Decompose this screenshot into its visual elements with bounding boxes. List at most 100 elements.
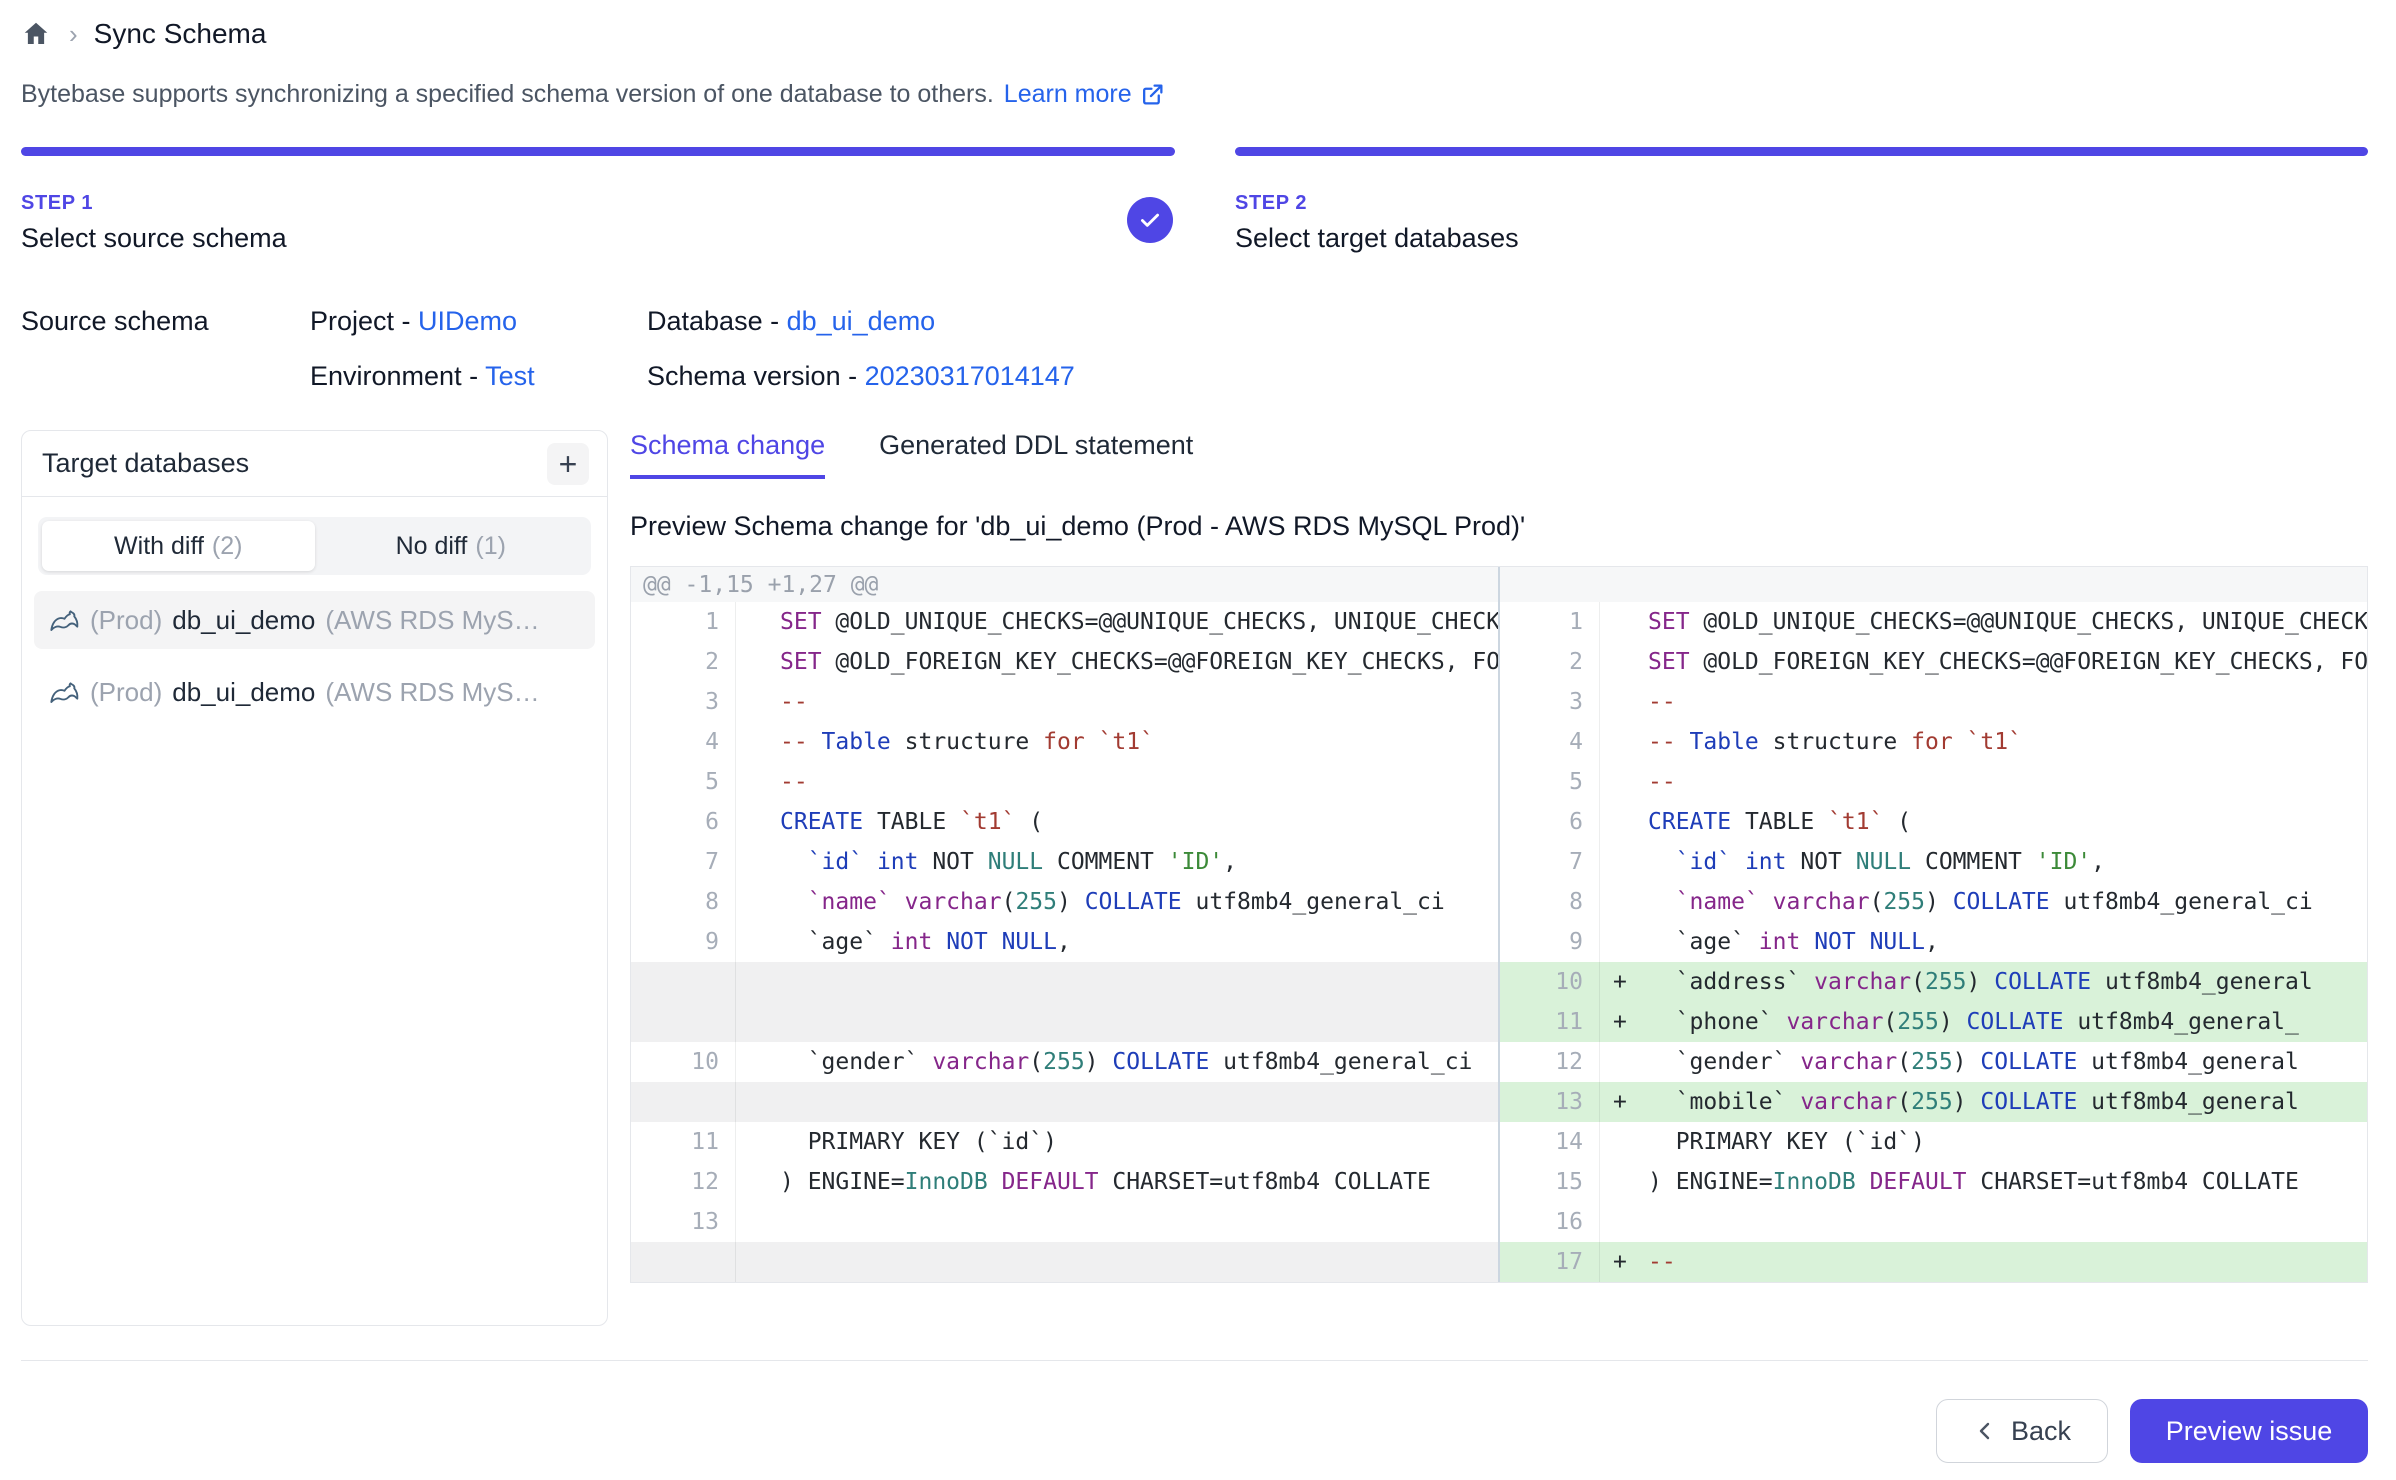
diff-added-row: 13+ `mobile` varchar(255) COLLATE utf8mb… — [1500, 1082, 2367, 1122]
line-number: 2 — [631, 642, 736, 682]
step-indicator: STEP 1 Select source schema STEP 2 Selec… — [21, 147, 2368, 254]
diff-row: 5-- — [631, 762, 1498, 802]
diff-row: 8 `name` varchar(255) COLLATE utf8mb4_ge… — [1500, 882, 2367, 922]
step-1-title: Select source schema — [21, 223, 1175, 254]
line-number: 14 — [1500, 1122, 1600, 1162]
tab-no-diff-label: No diff — [396, 532, 468, 561]
target-database-list: (Prod) db_ui_demo (AWS RDS MyS… (Prod) d… — [34, 591, 595, 721]
diff-pane-source: @@ -1,15 +1,27 @@1SET @OLD_UNIQUE_CHECKS… — [631, 567, 1498, 1282]
code-line: -- Table structure for `t1` — [736, 729, 1498, 755]
environment-label: Environment - — [310, 361, 485, 391]
tab-no-diff[interactable]: No diff (1) — [315, 521, 588, 571]
diff-row: 6CREATE TABLE `t1` ( — [631, 802, 1498, 842]
source-database-field: Database - db_ui_demo — [647, 306, 2368, 337]
target-databases-panel: Target databases + With diff (2) No diff… — [21, 430, 608, 1326]
hunk-header-text: @@ -1,15 +1,27 @@ — [631, 572, 1498, 598]
line-number: 5 — [631, 762, 736, 802]
code-line: `id` int NOT NULL COMMENT 'ID', — [1634, 849, 2367, 875]
preview-tabs: Schema change Generated DDL statement — [630, 430, 2368, 479]
line-number: 12 — [1500, 1042, 1600, 1082]
back-button[interactable]: Back — [1936, 1399, 2108, 1463]
target-database-item[interactable]: (Prod) db_ui_demo (AWS RDS MyS… — [34, 663, 595, 721]
code-line: -- — [1634, 769, 2367, 795]
line-number: 16 — [1500, 1202, 1600, 1242]
line-number: 4 — [631, 722, 736, 762]
diff-row: 6CREATE TABLE `t1` ( — [1500, 802, 2367, 842]
diff-added-row: 10+ `address` varchar(255) COLLATE utf8m… — [1500, 962, 2367, 1002]
diff-row: 16 — [1500, 1202, 2367, 1242]
target-databases-header: Target databases + — [22, 431, 607, 497]
line-number: 9 — [1500, 922, 1600, 962]
line-number: 13 — [1500, 1082, 1600, 1122]
line-number: 5 — [1500, 762, 1600, 802]
diff-row: 12) ENGINE=InnoDB DEFAULT CHARSET=utf8mb… — [631, 1162, 1498, 1202]
step-1-progress-bar — [21, 147, 1175, 156]
line-number: 2 — [1500, 642, 1600, 682]
line-number: 6 — [1500, 802, 1600, 842]
spacer — [21, 361, 310, 392]
database-link[interactable]: db_ui_demo — [787, 306, 936, 336]
line-number: 4 — [1500, 722, 1600, 762]
diff-row: 2 SET @OLD_FOREIGN_KEY_CHECKS=@@FOREIGN_K… — [1500, 642, 2367, 682]
code-line: SET @OLD_FOREIGN_KEY_CHECKS=@@FOREIGN_KE… — [1634, 649, 2367, 675]
code-line: PRIMARY KEY (`id`) — [736, 1129, 1498, 1155]
db-environment: (Prod) — [90, 677, 162, 708]
code-line: `age` int NOT NULL, — [736, 929, 1498, 955]
diff-row: 12 `gender` varchar(255) COLLATE utf8mb4… — [1500, 1042, 2367, 1082]
code-line: CREATE TABLE `t1` ( — [736, 809, 1498, 835]
line-number: 11 — [1500, 1002, 1600, 1042]
mysql-icon — [48, 676, 80, 708]
add-target-database-button[interactable]: + — [547, 443, 589, 485]
line-number: 3 — [1500, 682, 1600, 722]
tab-with-diff[interactable]: With diff (2) — [42, 521, 315, 571]
line-number: 13 — [631, 1202, 736, 1242]
code-line: `id` int NOT NULL COMMENT 'ID', — [736, 849, 1498, 875]
learn-more-link[interactable]: Learn more — [1004, 80, 1165, 109]
line-number: 8 — [1500, 882, 1600, 922]
line-number: 10 — [631, 1042, 736, 1082]
preview-column: Schema change Generated DDL statement Pr… — [630, 430, 2368, 1283]
added-marker: + — [1600, 969, 1634, 995]
diff-placeholder-row — [631, 962, 1498, 1002]
tab-no-diff-count: (1) — [475, 532, 506, 561]
added-marker: + — [1600, 1249, 1634, 1275]
diff-row: 9 `age` int NOT NULL, — [631, 922, 1498, 962]
diff-row: 7 `id` int NOT NULL COMMENT 'ID', — [1500, 842, 2367, 882]
code-line: SET @OLD_UNIQUE_CHECKS=@@UNIQUE_CHECKS, … — [1634, 609, 2367, 635]
diff-row: 14 PRIMARY KEY (`id`) — [1500, 1122, 2367, 1162]
diff-row: 3-- — [631, 682, 1498, 722]
back-button-label: Back — [2011, 1416, 2071, 1447]
footer-actions: Back Preview issue — [21, 1399, 2368, 1463]
step-1: STEP 1 Select source schema — [21, 147, 1175, 254]
target-databases-title: Target databases — [42, 448, 249, 479]
step-2: STEP 2 Select target databases — [1235, 147, 2368, 254]
line-number: 15 — [1500, 1162, 1600, 1202]
diff-placeholder-row — [631, 1082, 1498, 1122]
line-number: 3 — [631, 682, 736, 722]
diff-row: 2SET @OLD_FOREIGN_KEY_CHECKS=@@FOREIGN_K… — [631, 642, 1498, 682]
target-database-item[interactable]: (Prod) db_ui_demo (AWS RDS MyS… — [34, 591, 595, 649]
diff-row: 10 `gender` varchar(255) COLLATE utf8mb4… — [631, 1042, 1498, 1082]
tab-generated-ddl[interactable]: Generated DDL statement — [879, 430, 1193, 479]
diff-row: 8 `name` varchar(255) COLLATE utf8mb4_ge… — [631, 882, 1498, 922]
line-number: 9 — [631, 922, 736, 962]
environment-link[interactable]: Test — [485, 361, 535, 391]
source-schema-label: Source schema — [21, 306, 310, 337]
project-link[interactable]: UIDemo — [418, 306, 517, 336]
code-line: PRIMARY KEY (`id`) — [1634, 1129, 2367, 1155]
preview-issue-button[interactable]: Preview issue — [2130, 1399, 2368, 1463]
line-number: 1 — [631, 602, 736, 642]
code-line: `mobile` varchar(255) COLLATE utf8mb4_ge… — [1634, 1089, 2367, 1115]
home-icon[interactable] — [21, 19, 51, 49]
page-title: Sync Schema — [94, 18, 267, 50]
diff-added-row: 11+ `phone` varchar(255) COLLATE utf8mb4… — [1500, 1002, 2367, 1042]
code-line: `phone` varchar(255) COLLATE utf8mb4_gen… — [1634, 1009, 2367, 1035]
schema-version-link[interactable]: 20230317014147 — [865, 361, 1075, 391]
tab-schema-change[interactable]: Schema change — [630, 430, 825, 479]
schema-diff-viewer: @@ -1,15 +1,27 @@1SET @OLD_UNIQUE_CHECKS… — [630, 566, 2368, 1283]
step-1-completed-check-icon — [1127, 197, 1173, 243]
added-marker: + — [1600, 1089, 1634, 1115]
database-label: Database - — [647, 306, 787, 336]
diff-placeholder-row — [631, 1002, 1498, 1042]
diff-pane-target: 1SET @OLD_UNIQUE_CHECKS=@@UNIQUE_CHECKS,… — [1498, 567, 2367, 1282]
